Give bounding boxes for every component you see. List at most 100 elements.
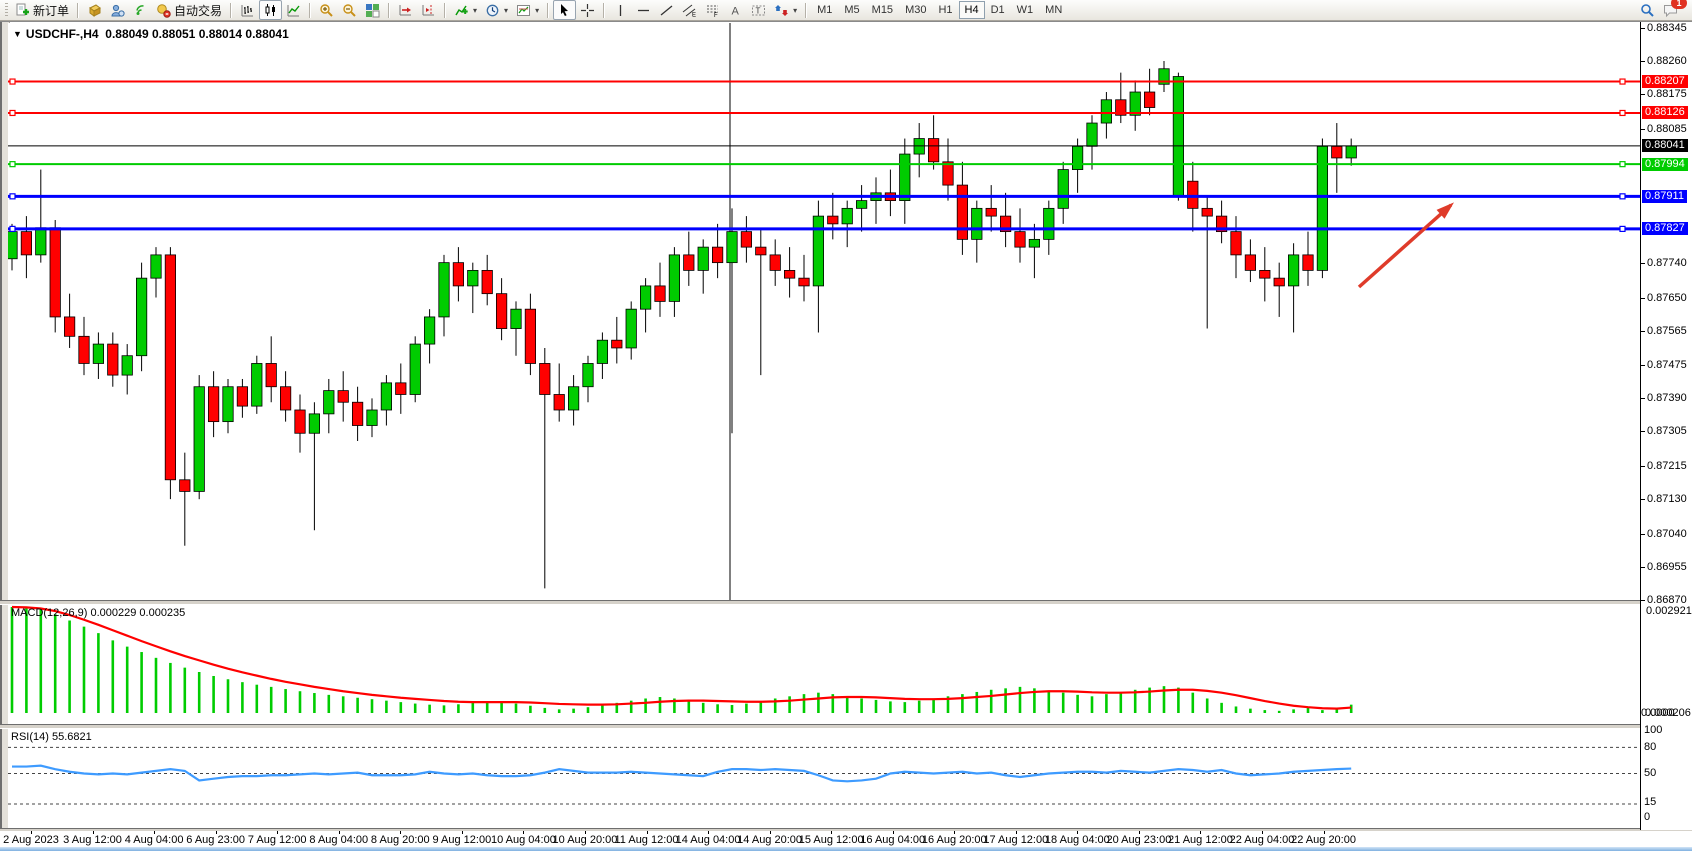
candle: [828, 193, 838, 240]
time-label: 16 Aug 20:00: [922, 834, 987, 846]
trendline-icon: [659, 3, 674, 18]
arrow-object[interactable]: [1359, 202, 1454, 287]
candle-body: [208, 387, 218, 422]
cursor-button[interactable]: [553, 0, 576, 20]
candle: [151, 247, 161, 297]
arrows-button[interactable]: ▾: [770, 0, 801, 20]
autotrading-button[interactable]: 自动交易: [152, 0, 226, 20]
text-button[interactable]: A: [724, 0, 747, 20]
bar-chart-button[interactable]: [236, 0, 259, 20]
horizontal-line-button[interactable]: [632, 0, 655, 20]
candle-body: [496, 294, 506, 329]
candlestick-chart-button[interactable]: [259, 0, 282, 20]
hline-handle[interactable]: [1620, 79, 1625, 84]
panel-splitter[interactable]: [0, 724, 1692, 729]
time-axis[interactable]: 2 Aug 20233 Aug 12:004 Aug 04:006 Aug 23…: [0, 831, 1692, 848]
hline-handle[interactable]: [1620, 194, 1625, 199]
new-order-button[interactable]: 新订单: [11, 0, 73, 20]
candle: [180, 453, 190, 546]
price-tick-mark: [1641, 263, 1645, 264]
candle: [1101, 92, 1111, 139]
candle: [1260, 247, 1270, 301]
candle: [1130, 80, 1140, 130]
candle-body: [1274, 278, 1284, 286]
hline-handle[interactable]: [1620, 110, 1625, 115]
candle: [266, 336, 276, 402]
zoom-in-button[interactable]: [315, 0, 338, 20]
auto-scroll-button[interactable]: [394, 0, 417, 20]
channel-button[interactable]: E: [678, 0, 701, 20]
candle: [252, 356, 262, 414]
periods-button[interactable]: ▾: [481, 0, 512, 20]
crosshair-button[interactable]: [576, 0, 599, 20]
crosshair-icon: [580, 3, 595, 18]
price-tick-mark: [1641, 398, 1645, 399]
tile-windows-button[interactable]: [361, 0, 384, 20]
templates-button[interactable]: ▾: [512, 0, 543, 20]
time-label: 3 Aug 12:00: [63, 834, 122, 846]
candle-body: [122, 356, 132, 375]
notifications-button[interactable]: 1: [1659, 0, 1682, 20]
candle: [741, 216, 751, 263]
timeframe-H4[interactable]: H4: [959, 1, 985, 19]
candle-body: [64, 317, 74, 336]
zoom-out-button[interactable]: [338, 0, 361, 20]
timeframe-W1[interactable]: W1: [1011, 1, 1040, 19]
candle-body: [252, 363, 262, 406]
hline-handle[interactable]: [10, 194, 15, 199]
fibonacci-button[interactable]: F: [701, 0, 724, 20]
price-tick-label: 0.88345: [1647, 22, 1687, 34]
time-label: 10 Aug 04:00: [491, 834, 556, 846]
timeframe-M15[interactable]: M15: [866, 1, 899, 19]
hline-handle[interactable]: [1620, 226, 1625, 231]
macd-canvas[interactable]: [8, 604, 1640, 724]
price-tick-label: 0.87740: [1647, 257, 1687, 269]
indicators-button[interactable]: ▾: [450, 0, 481, 20]
hline-handle[interactable]: [1620, 162, 1625, 167]
zoom-in-icon: [319, 3, 334, 18]
svg-text:T: T: [756, 6, 761, 15]
line-chart-button[interactable]: [282, 0, 305, 20]
candle-body: [784, 270, 794, 278]
chart-shift-button[interactable]: [417, 0, 440, 20]
candle-body: [856, 201, 866, 209]
search-button[interactable]: [1636, 0, 1659, 20]
candle-body: [151, 255, 161, 278]
time-label: 8 Aug 20:00: [371, 834, 430, 846]
candle-body: [842, 208, 852, 224]
candle-body: [712, 247, 722, 263]
chart-title[interactable]: ▼USDCHF-,H4 0.88049 0.88051 0.88014 0.88…: [13, 27, 289, 41]
signals-button[interactable]: [129, 0, 152, 20]
hline-handle[interactable]: [10, 226, 15, 231]
timeframe-M30[interactable]: M30: [899, 1, 932, 19]
candle: [655, 263, 665, 317]
chevron-down-icon: ▾: [535, 6, 539, 15]
candle-body: [237, 387, 247, 406]
hline-handle[interactable]: [10, 110, 15, 115]
candle-body: [8, 232, 17, 259]
navigator-button[interactable]: [106, 0, 129, 20]
candle-body: [741, 232, 751, 248]
rsi-axis-50: 50: [1644, 767, 1656, 779]
candle-body: [410, 344, 420, 394]
label-button[interactable]: T: [747, 0, 770, 20]
timeframe-M1[interactable]: M1: [811, 1, 838, 19]
trendline-button[interactable]: [655, 0, 678, 20]
rsi-canvas[interactable]: [8, 728, 1640, 828]
text-icon: A: [728, 3, 743, 18]
vertical-line-button[interactable]: [609, 0, 632, 20]
timeframe-M5[interactable]: M5: [838, 1, 865, 19]
timeframe-H1[interactable]: H1: [932, 1, 958, 19]
candle: [1144, 69, 1154, 116]
hline-handle[interactable]: [10, 162, 15, 167]
price-tick-label: 0.88085: [1647, 123, 1687, 135]
panel-splitter[interactable]: [0, 600, 1692, 605]
periods-icon: [485, 3, 500, 18]
price-chart-canvas[interactable]: [8, 23, 1640, 600]
candle: [468, 263, 478, 313]
hline-handle[interactable]: [10, 79, 15, 84]
candle: [1058, 162, 1068, 224]
market-watch-button[interactable]: [83, 0, 106, 20]
timeframe-D1[interactable]: D1: [985, 1, 1011, 19]
timeframe-MN[interactable]: MN: [1039, 1, 1068, 19]
